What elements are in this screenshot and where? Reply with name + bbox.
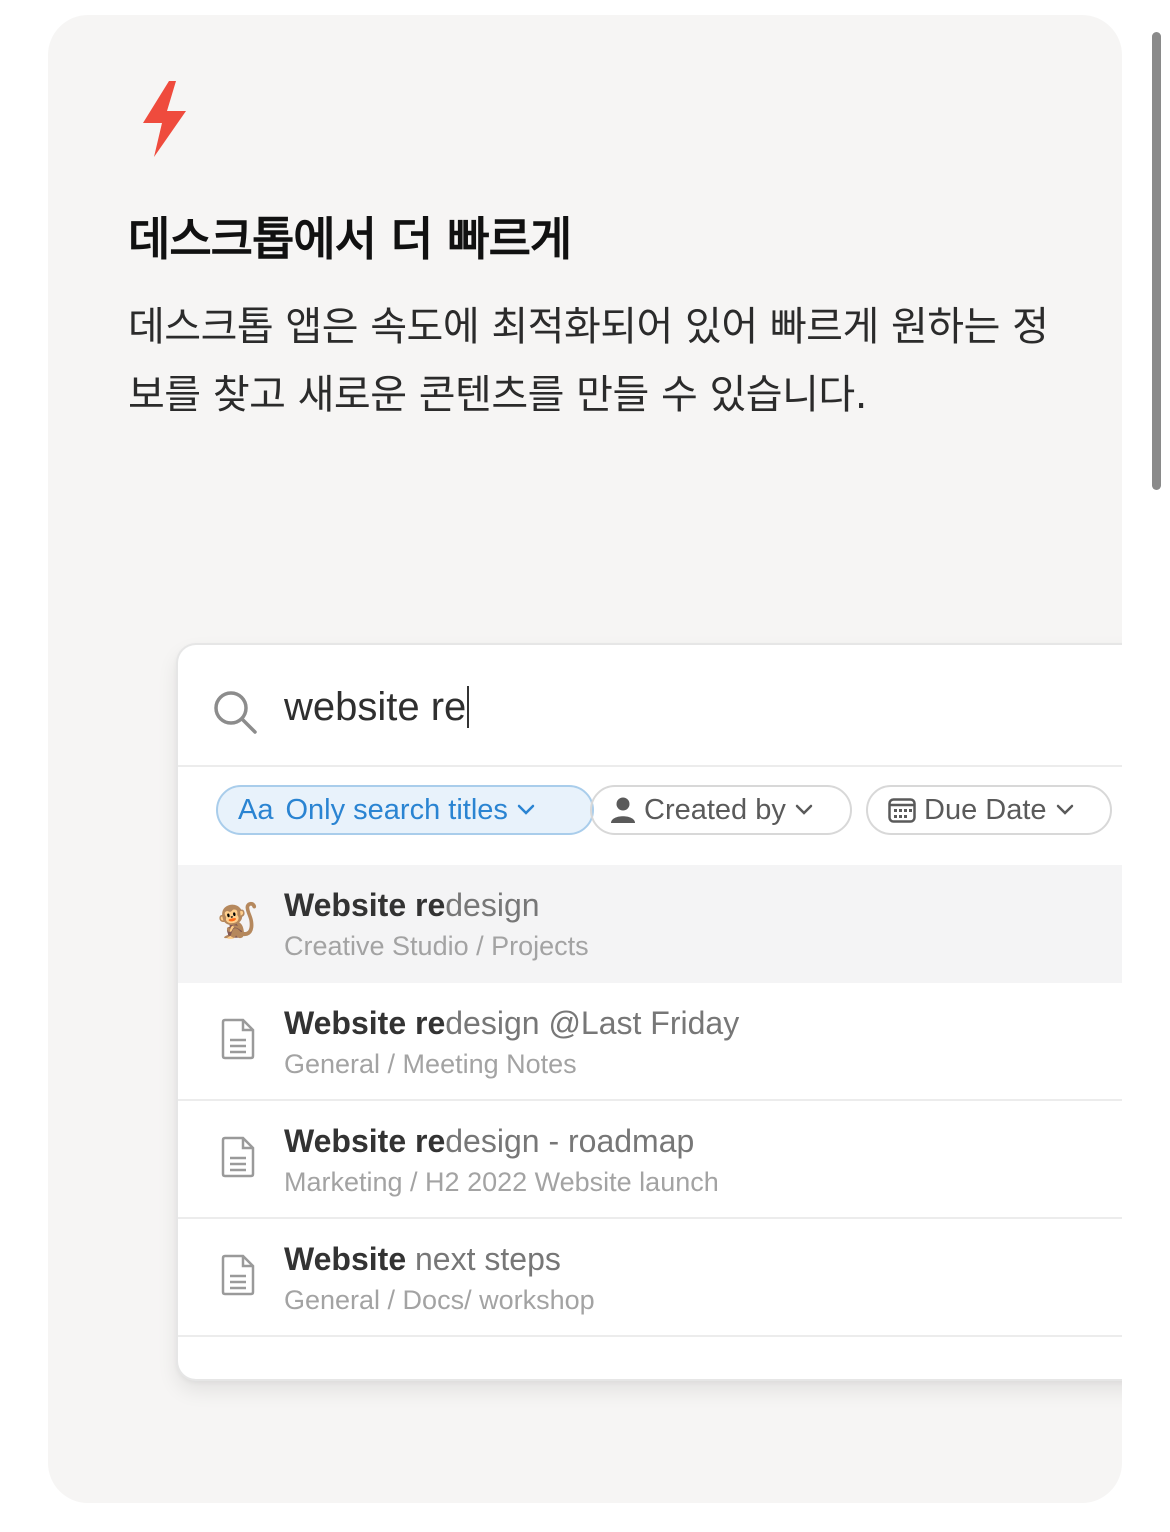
title-gap bbox=[406, 1123, 415, 1159]
title-match: re bbox=[415, 1005, 446, 1041]
feature-card: 데스크톱에서 더 빠르게 데스크톱 앱은 속도에 최적화되어 있어 빠르게 원하… bbox=[48, 15, 1122, 1503]
card-title: 데스크톱에서 더 빠르게 bbox=[128, 212, 572, 266]
document-icon bbox=[218, 1015, 258, 1063]
title-match: re bbox=[415, 1123, 446, 1159]
chevron-down-icon bbox=[1055, 803, 1075, 817]
title-match: Website bbox=[284, 1123, 407, 1159]
title-gap bbox=[406, 1241, 415, 1277]
monkey-emoji-icon: 🐒 bbox=[216, 901, 260, 941]
lightning-bolt-icon bbox=[143, 81, 186, 157]
search-panel: website re Aa Only search titles Created… bbox=[176, 643, 1122, 1381]
filter-label: Due Date bbox=[924, 793, 1047, 826]
title-rest: design bbox=[445, 887, 540, 923]
chevron-down-icon bbox=[516, 803, 536, 817]
filter-label: Only search titles bbox=[285, 793, 508, 826]
results-list: 🐒 Website redesign Creative Studio / Pro… bbox=[178, 865, 1122, 1337]
result-item[interactable]: 🐒 Website redesign Creative Studio / Pro… bbox=[178, 865, 1122, 983]
document-icon bbox=[218, 1133, 258, 1181]
text-format-prefix: Aa bbox=[238, 793, 274, 826]
card-description: 데스크톱 앱은 속도에 최적화되어 있어 빠르게 원하는 정보를 찾고 새로운 … bbox=[128, 304, 1049, 418]
title-rest: next steps bbox=[415, 1241, 561, 1277]
title-rest: design - roadmap bbox=[445, 1123, 695, 1159]
text-caret bbox=[467, 686, 470, 728]
title-rest: design @Last Friday bbox=[445, 1005, 740, 1041]
page-scrollbar[interactable] bbox=[1152, 32, 1161, 490]
result-path: Creative Studio / Projects bbox=[284, 931, 589, 961]
result-path: General / Meeting Notes bbox=[284, 1049, 577, 1079]
title-match: Website bbox=[284, 887, 407, 923]
result-path: General / Docs/ workshop bbox=[284, 1285, 595, 1315]
filter-due-date[interactable]: Due Date bbox=[866, 785, 1112, 835]
result-path: Marketing / H2 2022 Website launch bbox=[284, 1167, 719, 1197]
result-item[interactable]: Website redesign @Last Friday General / … bbox=[178, 983, 1122, 1101]
title-gap bbox=[406, 1005, 415, 1041]
result-item[interactable]: Website next steps General / Docs/ works… bbox=[178, 1219, 1122, 1337]
search-input[interactable]: website re bbox=[284, 685, 470, 730]
search-bar[interactable]: website re bbox=[178, 645, 1122, 767]
chevron-down-icon bbox=[794, 803, 814, 817]
person-icon bbox=[610, 796, 636, 824]
search-icon bbox=[214, 691, 257, 734]
result-title: Website redesign bbox=[284, 887, 540, 924]
calendar-icon bbox=[888, 797, 916, 823]
title-gap bbox=[406, 887, 415, 923]
title-match: Website bbox=[284, 1241, 407, 1277]
title-match: Website bbox=[284, 1005, 407, 1041]
result-title: Website redesign - roadmap bbox=[284, 1123, 694, 1160]
filter-only-search-titles[interactable]: Aa Only search titles bbox=[216, 785, 594, 835]
search-query: website re bbox=[284, 685, 467, 729]
result-item[interactable]: Website redesign - roadmap Marketing / H… bbox=[178, 1101, 1122, 1219]
filter-label: Created by bbox=[644, 793, 786, 826]
title-match: re bbox=[415, 887, 446, 923]
result-title: Website next steps bbox=[284, 1241, 561, 1278]
filter-created-by[interactable]: Created by bbox=[590, 785, 852, 835]
document-icon bbox=[218, 1251, 258, 1299]
result-title: Website redesign @Last Friday bbox=[284, 1005, 739, 1042]
